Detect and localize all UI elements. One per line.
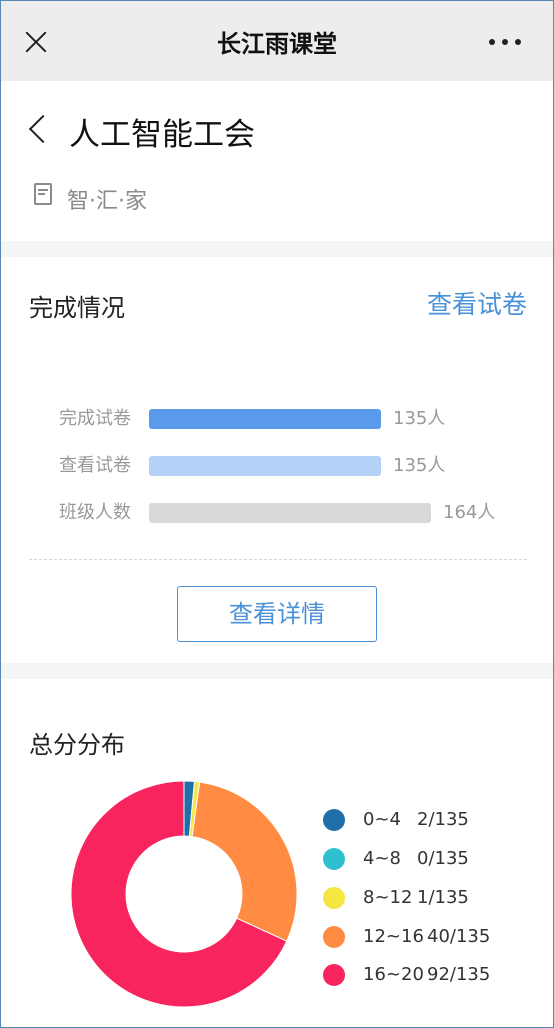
back-chevron-icon[interactable] <box>28 114 58 144</box>
legend-swatch <box>323 926 345 948</box>
bar-label: 查看试卷 <box>59 455 131 476</box>
page-title: 人工智能工会 <box>69 117 255 153</box>
bar-value: 164人 <box>443 502 496 523</box>
top-bar: 长江雨课堂 <box>1 1 553 81</box>
bar-label: 班级人数 <box>59 502 131 523</box>
completion-section-title: 完成情况 <box>29 294 125 322</box>
legend-count: 40/135 <box>427 926 491 947</box>
bar-track <box>149 409 431 429</box>
bar-fill <box>149 456 381 476</box>
close-icon[interactable] <box>21 27 51 57</box>
legend-count: 1/135 <box>417 887 469 908</box>
dashed-divider <box>29 559 527 560</box>
legend-range: 16~20 <box>363 964 424 985</box>
legend-count: 0/135 <box>417 848 469 869</box>
legend-swatch <box>323 887 345 909</box>
legend-range: 0~4 <box>363 809 401 830</box>
bar-fill <box>149 503 431 523</box>
legend-item: 4~8 0/135 <box>323 848 523 872</box>
legend-count: 92/135 <box>427 964 491 985</box>
legend-swatch <box>323 848 345 870</box>
bar-value: 135人 <box>393 408 446 429</box>
legend-item: 16~20 92/135 <box>323 964 523 988</box>
completion-bar-row: 查看试卷 135人 <box>1 454 553 478</box>
bar-label: 完成试卷 <box>59 408 131 429</box>
bar-value: 135人 <box>393 455 446 476</box>
legend-item: 12~16 40/135 <box>323 926 523 950</box>
donut-slice-12~16 <box>191 781 298 942</box>
class-subtitle: 智·汇·家 <box>67 189 147 214</box>
document-icon <box>34 183 52 205</box>
app-frame: 长江雨课堂 人工智能工会 智·汇·家 完成情况 查看试卷 完成试卷 135人 查看试… <box>0 0 554 1028</box>
score-donut-chart <box>70 780 298 1008</box>
bar-track <box>149 456 431 476</box>
completion-bar-row: 完成试卷 135人 <box>1 407 553 431</box>
bar-fill <box>149 409 381 429</box>
legend-item: 0~4 2/135 <box>323 809 523 833</box>
section-divider <box>1 241 553 257</box>
app-title: 长江雨课堂 <box>217 30 337 58</box>
view-paper-link[interactable]: 查看试卷 <box>427 285 527 321</box>
legend-swatch <box>323 809 345 831</box>
legend-count: 2/135 <box>417 809 469 830</box>
legend-range: 4~8 <box>363 848 401 869</box>
section-divider <box>1 663 553 679</box>
completion-bar-row: 班级人数 164人 <box>1 501 553 525</box>
more-icon[interactable] <box>489 39 523 47</box>
legend-swatch <box>323 964 345 986</box>
legend-range: 8~12 <box>363 887 413 908</box>
view-details-button[interactable]: 查看详情 <box>177 586 377 642</box>
legend-item: 8~12 1/135 <box>323 887 523 911</box>
bar-track <box>149 503 431 523</box>
legend-range: 12~16 <box>363 926 424 947</box>
distribution-section-title: 总分分布 <box>29 731 125 759</box>
